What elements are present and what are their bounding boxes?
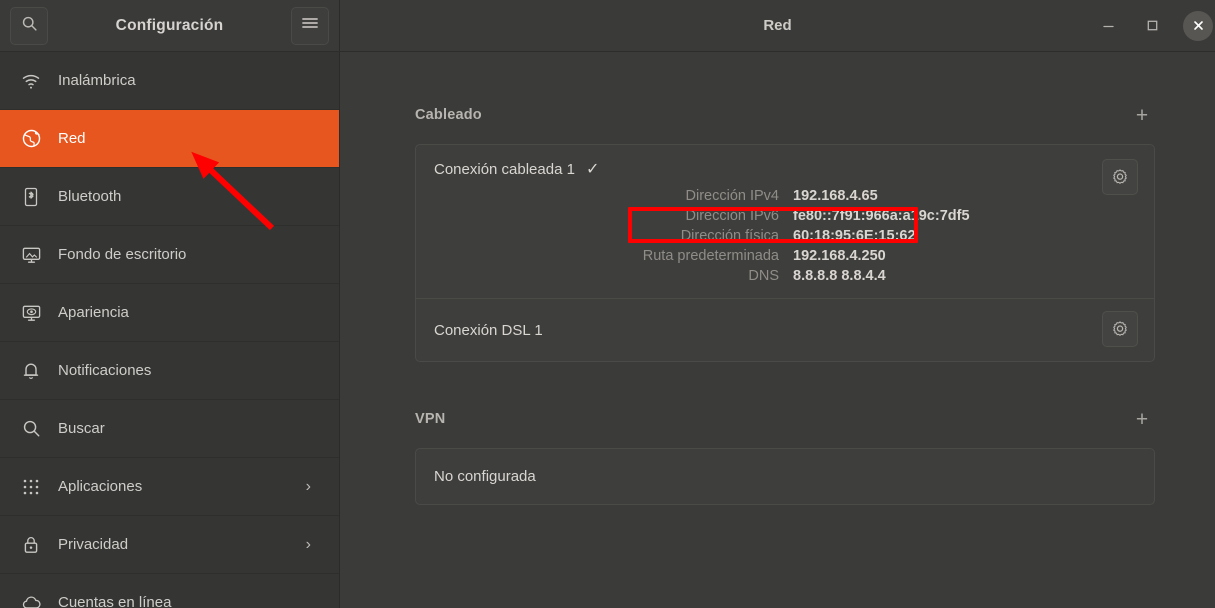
sidebar-title: Configuración (115, 16, 224, 34)
settings-window: Configuración Inalámbrica Red Bluetooth … (0, 0, 1215, 608)
sidebar-item-label: Privacidad (58, 536, 129, 553)
wired-section-title: Cableado (415, 107, 482, 123)
sidebar-item-list: Inalámbrica Red Bluetooth Fondo de escri… (0, 52, 339, 608)
search-icon (21, 15, 38, 37)
window-title: Red (763, 17, 792, 34)
lock-icon (18, 532, 44, 558)
wired-connection-settings-button[interactable] (1102, 159, 1138, 195)
add-vpn-button[interactable]: + (1129, 406, 1155, 432)
wired-connection-name-line: Conexión cableada 1 ✓ (434, 161, 1102, 178)
bluetooth-icon (18, 184, 44, 210)
close-button[interactable] (1183, 10, 1213, 41)
wifi-icon (18, 68, 44, 94)
add-wired-connection-button[interactable]: + (1129, 102, 1155, 128)
sidebar-item-label: Red (58, 130, 86, 147)
chevron-right-icon: › (305, 477, 311, 495)
sidebar: Configuración Inalámbrica Red Bluetooth … (0, 0, 340, 608)
globe-icon (18, 126, 44, 152)
maximize-button[interactable] (1139, 13, 1165, 39)
minimize-button[interactable] (1095, 13, 1121, 39)
sidebar-item-label: Cuentas en línea (58, 594, 172, 608)
search-button[interactable] (10, 6, 48, 45)
wired-connections-card: Conexión cableada 1 ✓ Dirección IPv4 192… (415, 144, 1155, 362)
detail-value-dns: 8.8.8.8 8.8.4.4 (793, 268, 886, 284)
sidebar-item-privacidad[interactable]: Privacidad › (0, 516, 339, 573)
sidebar-item-label: Buscar (58, 420, 105, 437)
sidebar-item-label: Aplicaciones (58, 478, 143, 495)
vpn-status-text: No configurada (434, 468, 536, 485)
sidebar-item-notificaciones[interactable]: Notificaciones (0, 342, 339, 399)
sidebar-item-label: Apariencia (58, 304, 129, 321)
vpn-card: No configurada (415, 448, 1155, 505)
sidebar-item-aplicaciones[interactable]: Aplicaciones › (0, 458, 339, 515)
dsl-connection-settings-button[interactable] (1102, 311, 1138, 347)
window-controls (1095, 10, 1215, 41)
sidebar-item-label: Inalámbrica (58, 72, 136, 89)
detail-value-ipv4: 192.168.4.65 (793, 188, 878, 204)
ipv4-highlight-box (628, 207, 918, 243)
detail-label: DNS (748, 268, 779, 284)
sidebar-item-label: Fondo de escritorio (58, 246, 187, 263)
chevron-right-icon: › (305, 535, 311, 553)
settings-content: Cableado + Conexión cableada 1 ✓ Direcci… (340, 52, 1215, 608)
sidebar-item-red[interactable]: Red (0, 110, 339, 167)
detail-value-gateway: 192.168.4.250 (793, 248, 886, 264)
sidebar-item-fondo-de-escritorio[interactable]: Fondo de escritorio (0, 226, 339, 283)
sidebar-item-bluetooth[interactable]: Bluetooth (0, 168, 339, 225)
vpn-section-title: VPN (415, 411, 446, 427)
sidebar-header: Configuración (0, 0, 339, 52)
main-panel: Red Cableado + Conexión cableada 1 ✓ Dir… (340, 0, 1215, 608)
window-titlebar: Red (340, 0, 1215, 52)
search-icon (18, 416, 44, 442)
sidebar-item-buscar[interactable]: Buscar (0, 400, 339, 457)
sidebar-item-apariencia[interactable]: Apariencia (0, 284, 339, 341)
appearance-icon (18, 300, 44, 326)
detail-label: Dirección IPv4 (685, 188, 779, 204)
grid-apps-icon (18, 474, 44, 500)
sidebar-item-cuentas-en-linea[interactable]: Cuentas en línea (0, 574, 339, 608)
sidebar-item-label: Notificaciones (58, 362, 152, 379)
wired-section-header: Cableado + (415, 100, 1155, 130)
sidebar-item-inalambrica[interactable]: Inalámbrica (0, 52, 339, 109)
sidebar-item-label: Bluetooth (58, 188, 122, 205)
detail-label: Ruta predeterminada (642, 248, 779, 264)
wired-connection-name: Conexión cableada 1 (434, 161, 575, 178)
bell-icon (18, 358, 44, 384)
connected-check-icon: ✓ (585, 160, 600, 178)
hamburger-menu-icon (301, 16, 319, 35)
vpn-section-header: VPN + (415, 404, 1155, 434)
cloud-icon (18, 590, 44, 608)
main-menu-button[interactable] (291, 6, 329, 45)
dsl-connection-row: Conexión DSL 1 (416, 299, 1154, 361)
wallpaper-icon (18, 242, 44, 268)
dsl-connection-name: Conexión DSL 1 (434, 321, 543, 339)
